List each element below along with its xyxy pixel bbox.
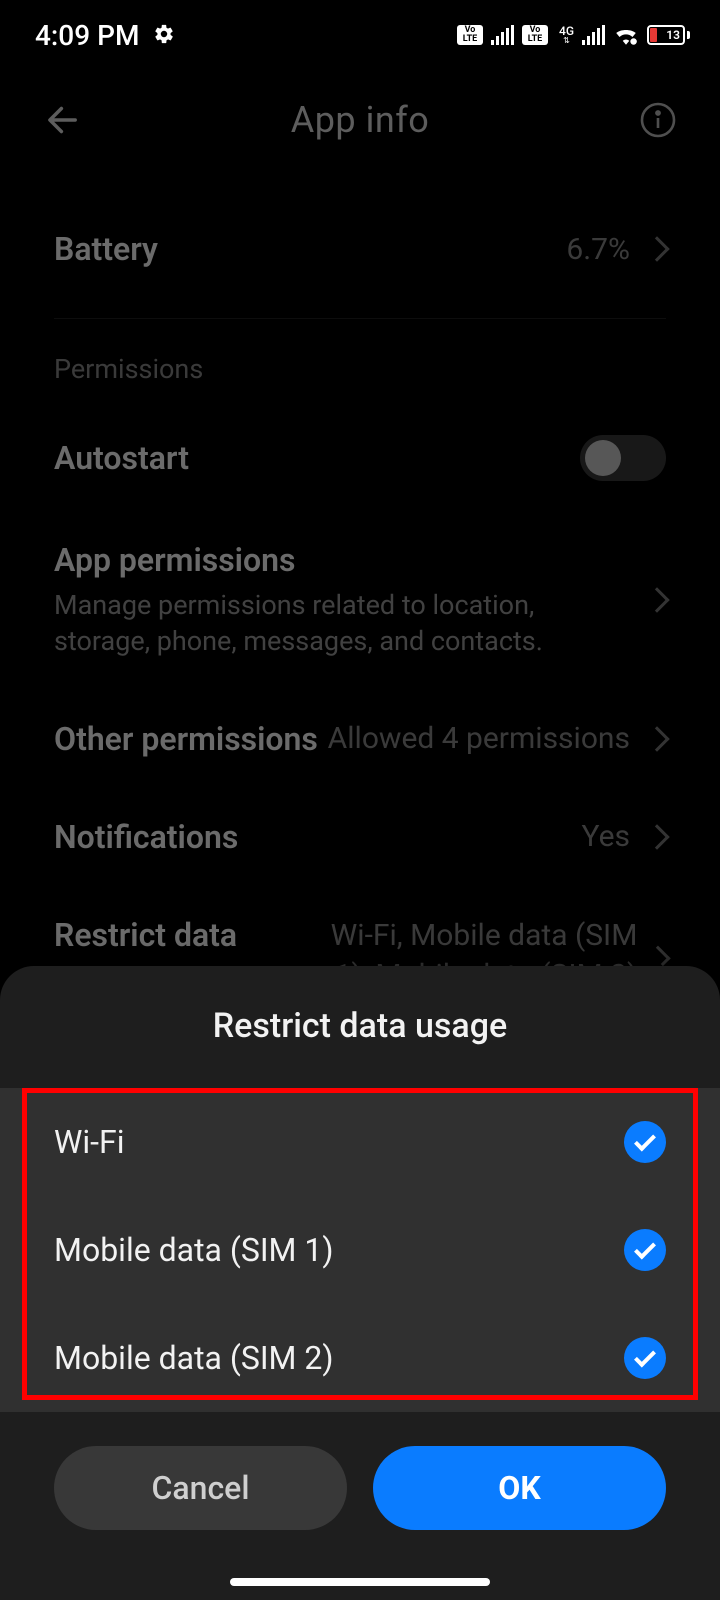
chevron-right-icon <box>644 726 669 751</box>
signal-bars-icon-2 <box>582 25 605 45</box>
other-permissions-row[interactable]: Other permissions Allowed 4 permissions <box>54 690 666 788</box>
battery-value: 6.7% <box>566 232 630 267</box>
other-permissions-title: Other permissions <box>54 720 328 758</box>
info-icon[interactable] <box>636 98 680 142</box>
network-4g-icon: 4G⇅ <box>559 25 574 45</box>
autostart-row[interactable]: Autostart <box>54 405 666 511</box>
notifications-title: Notifications <box>54 818 582 856</box>
cancel-button-label: Cancel <box>152 1469 250 1507</box>
option-wifi[interactable]: Wi-Fi <box>0 1088 720 1196</box>
option-sim1-label: Mobile data (SIM 1) <box>54 1231 334 1269</box>
battery-title: Battery <box>54 230 566 268</box>
permissions-section-label: Permissions <box>54 353 666 385</box>
battery-icon: 13 <box>647 25 690 45</box>
other-permissions-value: Allowed 4 permissions <box>328 721 630 756</box>
sheet-title: Restrict data usage <box>0 966 720 1088</box>
wifi-icon <box>613 19 639 52</box>
chevron-right-icon <box>644 236 669 261</box>
app-permissions-row[interactable]: App permissions Manage permissions relat… <box>54 511 666 690</box>
app-info-header: App info <box>0 70 720 170</box>
back-arrow-icon[interactable] <box>40 94 92 146</box>
autostart-toggle[interactable] <box>580 435 666 481</box>
chevron-right-icon <box>644 588 669 613</box>
option-sim2-label: Mobile data (SIM 2) <box>54 1339 334 1377</box>
status-bar: 4:09 PM VoLTE VoLTE 4G⇅ 13 <box>0 0 720 70</box>
option-wifi-label: Wi-Fi <box>54 1123 124 1161</box>
option-sim2[interactable]: Mobile data (SIM 2) <box>0 1304 720 1412</box>
gear-icon <box>153 19 175 52</box>
battery-row[interactable]: Battery 6.7% <box>54 170 666 298</box>
ok-button-label: OK <box>498 1469 540 1507</box>
status-time: 4:09 PM <box>35 19 139 52</box>
app-permissions-sub: Manage permissions related to location, … <box>54 587 648 660</box>
checkbox-checked-icon[interactable] <box>624 1121 666 1163</box>
volte-icon-1: VoLTE <box>457 25 483 45</box>
page-title: App info <box>291 99 430 141</box>
checkbox-checked-icon[interactable] <box>624 1229 666 1271</box>
checkbox-checked-icon[interactable] <box>624 1337 666 1379</box>
signal-bars-icon-1 <box>491 25 514 45</box>
cancel-button[interactable]: Cancel <box>54 1446 347 1530</box>
option-sim1[interactable]: Mobile data (SIM 1) <box>0 1196 720 1304</box>
divider <box>54 318 666 319</box>
nav-handle[interactable] <box>230 1578 490 1586</box>
chevron-right-icon <box>651 946 671 966</box>
chevron-right-icon <box>644 824 669 849</box>
autostart-title: Autostart <box>54 439 580 477</box>
volte-icon-2: VoLTE <box>522 25 548 45</box>
notifications-value: Yes <box>582 819 630 854</box>
notifications-row[interactable]: Notifications Yes <box>54 788 666 886</box>
ok-button[interactable]: OK <box>373 1446 666 1530</box>
app-permissions-title: App permissions <box>54 541 648 579</box>
restrict-data-usage-sheet: Restrict data usage Wi-Fi Mobile data (S… <box>0 966 720 1600</box>
